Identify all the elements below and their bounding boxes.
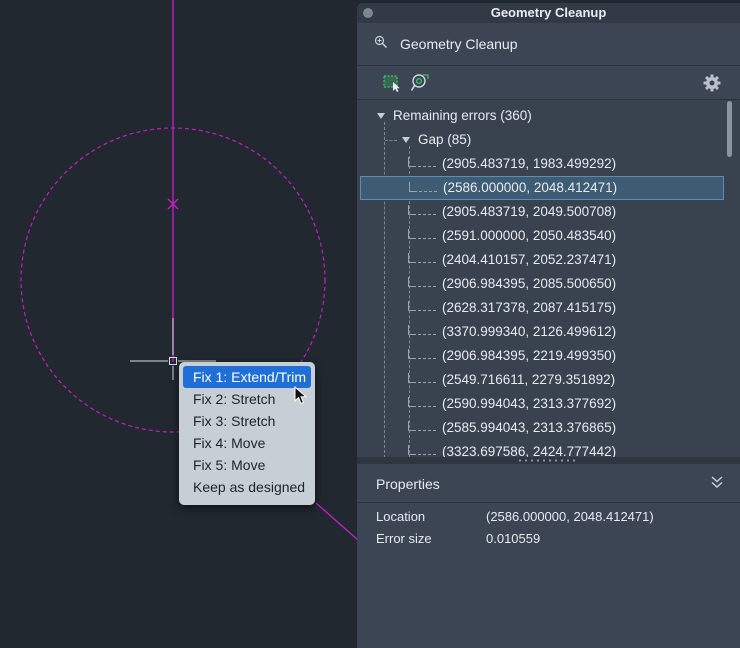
location-label: Location [376,509,426,524]
tree-connector-icon [408,445,416,455]
tree-dash-icon [418,286,436,287]
properties-title: Properties [376,476,440,492]
panel-toolbar [357,65,740,100]
tree-node-remaining-errors[interactable]: Remaining errors (360) [360,104,724,128]
panel-header-title: Geometry Cleanup [400,36,518,52]
gap-item-coordinates: (2586.000000, 2048.412471) [443,180,618,195]
gap-item-coordinates: (2590.994043, 2313.377692) [442,396,617,411]
gap-item-coordinates: (2906.984395, 2085.500650) [442,276,617,291]
tree-connector-icon [408,301,416,311]
gap-item-row[interactable]: (3323.697586, 2424.777442) [360,440,724,458]
tree-connector-icon [408,421,416,431]
select-geometry-icon [383,75,400,92]
gap-item-row[interactable]: (2628.317378, 2087.415175) [360,296,724,320]
panel-header: Geometry Cleanup [357,23,740,65]
panel-titlebar[interactable]: Geometry Cleanup [357,3,740,23]
tree-connector-icon [408,229,416,239]
gap-item-row[interactable]: (2906.984395, 2085.500650) [360,272,724,296]
tree-dash-icon [418,334,436,335]
menu-item-keep-as-designed[interactable]: Keep as designed [183,476,311,498]
tree-group-label: Gap (85) [418,132,472,147]
gap-item-coordinates: (2906.984395, 2219.499350) [442,348,617,363]
menu-item-fix-4[interactable]: Fix 4: Move [183,432,311,454]
error-size-label: Error size [376,531,432,546]
tree-scroll-thumb[interactable] [727,101,732,157]
settings-button[interactable] [702,73,722,93]
find-errors-icon [374,35,387,48]
gap-item-row[interactable]: (3370.999340, 2126.499612) [360,320,724,344]
tree-dash-icon [418,358,436,359]
gap-item-row[interactable]: (2591.000000, 2050.483540) [360,224,724,248]
gear-icon [703,74,721,92]
gap-item-row[interactable]: (2586.000000, 2048.412471) [360,176,724,200]
menu-item-fix-3[interactable]: Fix 3: Stretch [183,410,311,432]
fix-context-menu: Fix 1: Extend/Trim Fix 2: Stretch Fix 3:… [179,362,315,505]
panel-splitter[interactable] [357,457,740,464]
tree-connector-icon [408,157,416,167]
tree-root-label: Remaining errors (360) [393,108,532,123]
tree-dash-icon [418,214,436,215]
tree-connector-icon [408,205,416,215]
error-tree[interactable]: Remaining errors (360) Gap (85) (2905.48… [357,99,740,458]
tree-connector-icon [408,397,416,407]
gap-item-row[interactable]: (2905.483719, 2049.500708) [360,200,724,224]
gap-item-coordinates: (2905.483719, 2049.500708) [442,204,617,219]
select-geometry-button[interactable] [382,73,402,93]
gap-item-coordinates: (2549.716611, 2279.351892) [442,372,616,387]
menu-item-fix-1[interactable]: Fix 1: Extend/Trim [183,366,311,388]
gap-item-coordinates: (3370.999340, 2126.499612) [442,324,617,339]
tree-connector-icon [408,253,416,263]
geometry-cleanup-panel: Geometry Cleanup Geometry Cleanup Remain… [357,3,740,648]
error-size-value: 0.010559 [486,531,541,546]
menu-item-fix-2[interactable]: Fix 2: Stretch [183,388,311,410]
gap-item-coordinates: (2585.994043, 2313.376865) [442,420,617,435]
properties-header[interactable]: Properties [357,464,740,503]
tree-connector-icon [409,182,417,192]
expand-triangle-icon[interactable] [377,113,385,119]
tree-connector-icon [408,349,416,359]
menu-item-fix-5[interactable]: Fix 5: Move [183,454,311,476]
analyze-button[interactable] [410,73,430,93]
gap-item-coordinates: (2591.000000, 2050.483540) [442,228,617,243]
tree-connector-icon [408,325,416,335]
tree-dash-icon [419,191,437,192]
tree-dash-icon [418,430,436,431]
gap-item-row[interactable]: (2590.994043, 2313.377692) [360,392,724,416]
collapse-chevron-icon[interactable] [711,475,723,489]
tree-dash-icon [418,262,436,263]
mouse-pointer-icon [294,386,308,405]
tree-connector-icon [408,373,416,383]
panel-window-title: Geometry Cleanup [490,5,607,20]
gap-item-coordinates: (2628.317378, 2087.415175) [442,300,617,315]
location-value: (2586.000000, 2048.412471) [486,509,654,524]
diagonal-line[interactable] [315,502,359,541]
gap-item-row[interactable]: (2905.483719, 1983.499292) [360,152,724,176]
gap-item-row[interactable]: (2404.410157, 2052.237471) [360,248,724,272]
gap-item-row[interactable]: (2906.984395, 2219.499350) [360,344,724,368]
tree-dash-icon [418,310,436,311]
analyze-icon [410,74,429,91]
tree-dash-icon [418,454,436,455]
tree-dash-icon [418,238,436,239]
close-dot-icon[interactable] [363,8,373,18]
tree-dash-icon [418,166,436,167]
gap-item-coordinates: (2905.483719, 1983.499292) [442,156,617,171]
gap-item-row[interactable]: (2549.716611, 2279.351892) [360,368,724,392]
gap-item-row[interactable]: (2585.994043, 2313.376865) [360,416,724,440]
tree-connector-icon [408,277,416,287]
gap-item-coordinates: (2404.410157, 2052.237471) [442,252,617,267]
gap-item-coordinates: (3323.697586, 2424.777442) [442,444,617,458]
tree-dash-icon [418,406,436,407]
tree-node-gap[interactable]: Gap (85) [360,128,724,152]
tree-dash-icon [418,382,436,383]
splitter-grip-icon[interactable] [517,459,577,462]
expand-triangle-icon[interactable] [402,137,410,143]
